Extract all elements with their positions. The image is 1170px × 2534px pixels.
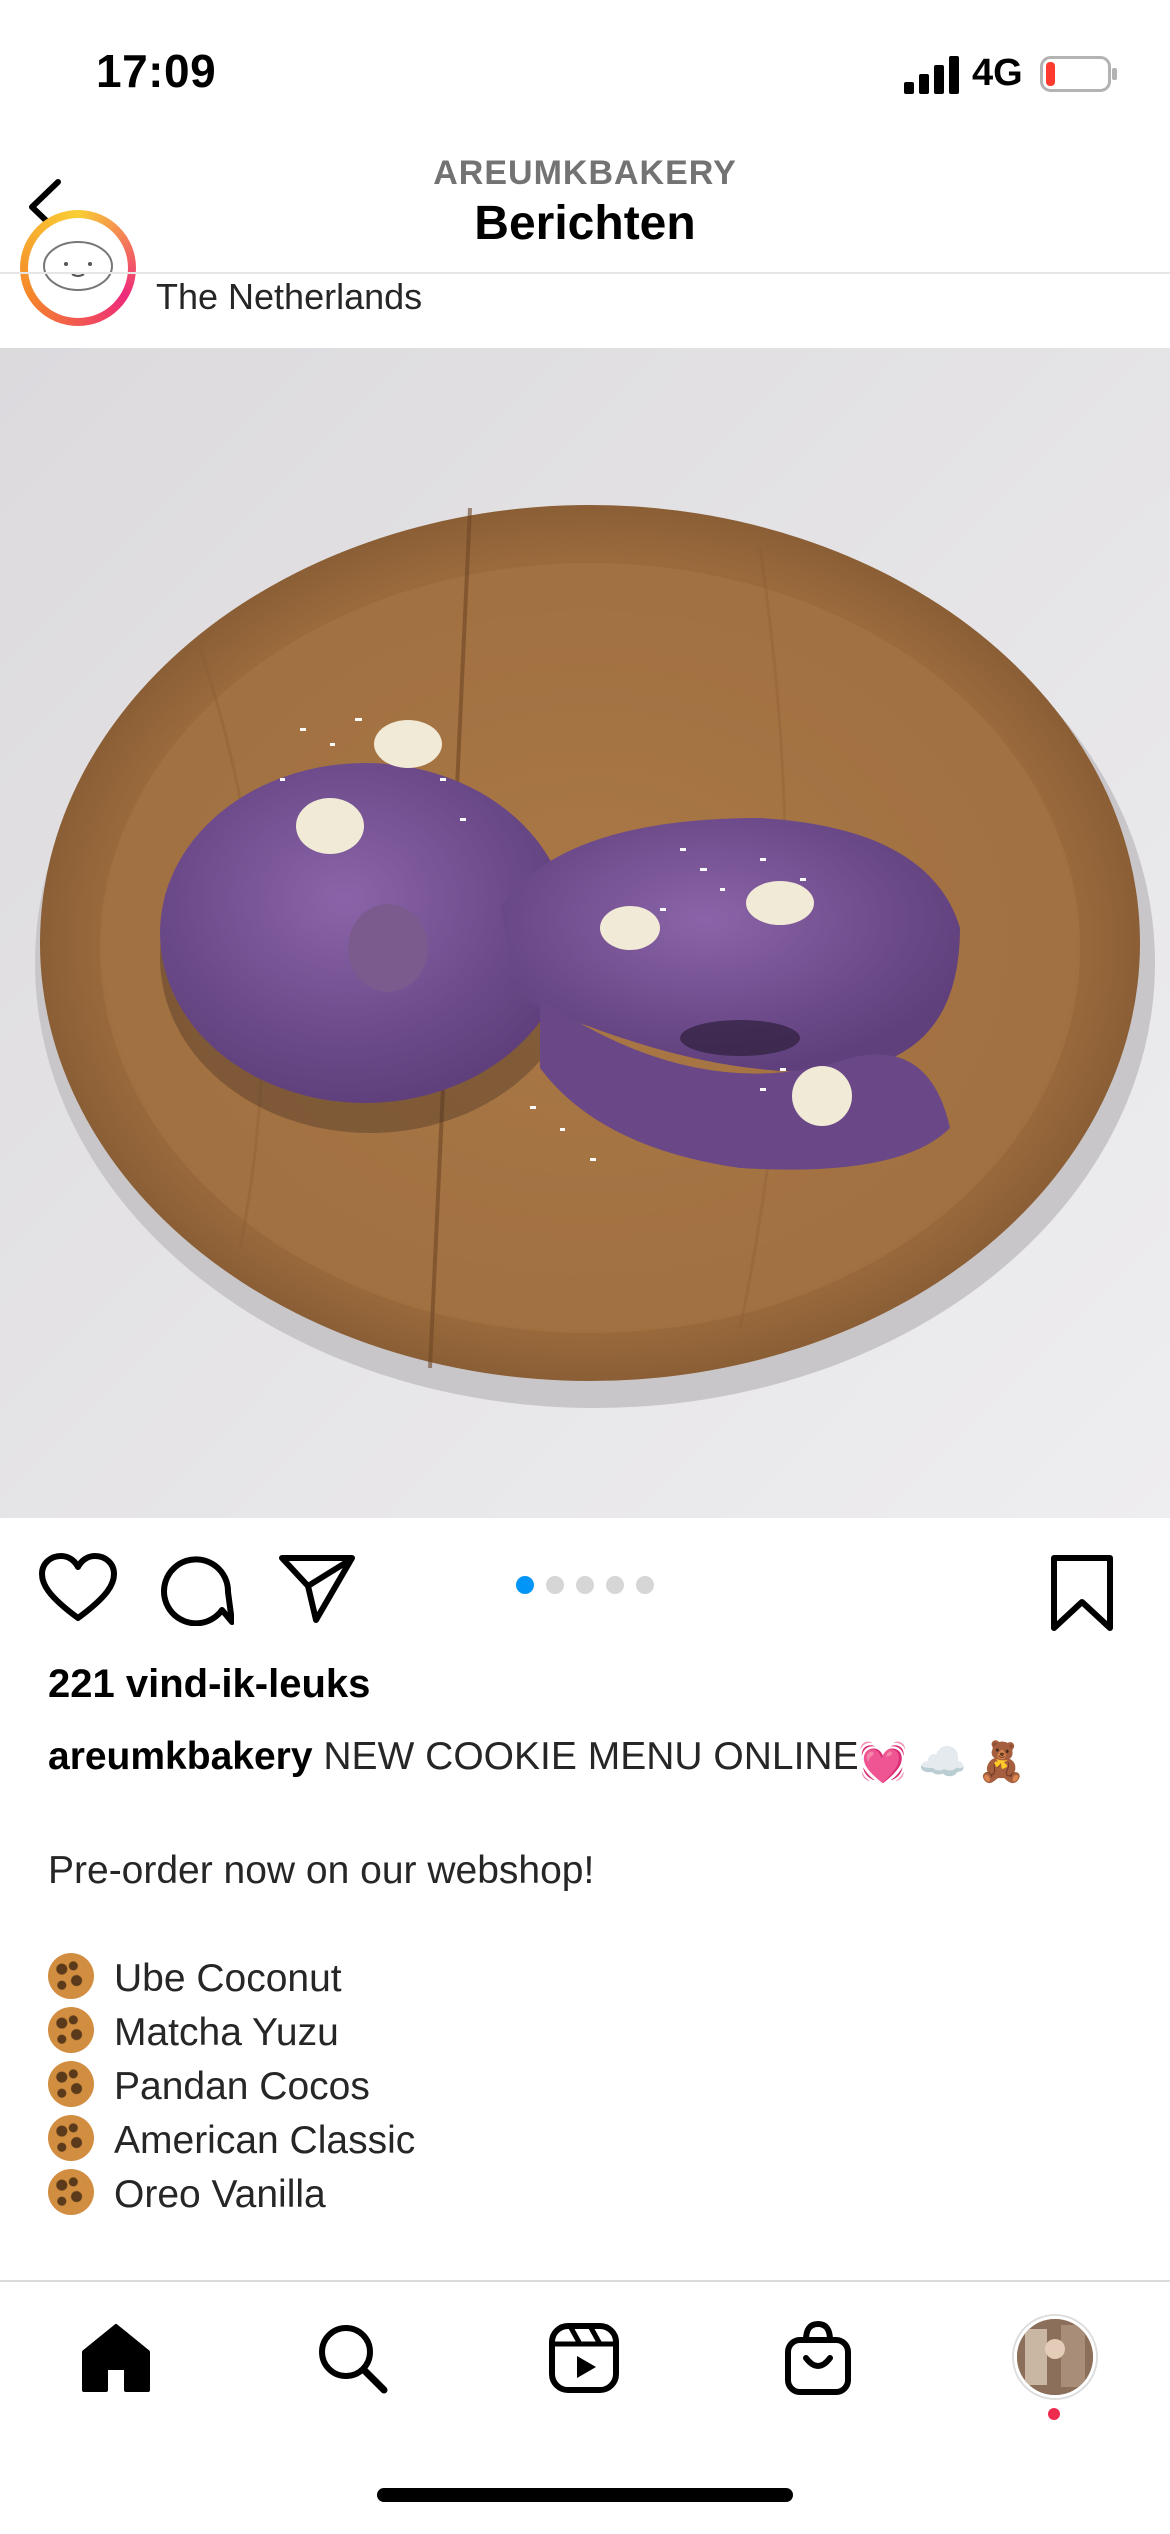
reels-icon[interactable] [544,2318,624,2398]
avatar-image [28,218,128,318]
carousel-dot [546,1576,564,1594]
carousel-dot [636,1576,654,1594]
caption-preorder: Pre-order now on our webshop! [48,1849,595,1892]
teddy-bear-emoji: 🧸 [977,1741,1026,1784]
cloud-emoji: ☁️ [918,1741,967,1784]
shop-bag-icon[interactable] [778,2318,858,2398]
search-icon[interactable] [312,2318,392,2398]
menu-item: Oreo Vanilla [48,2168,1138,2222]
carousel-dot [606,1576,624,1594]
page-title: Berichten [474,197,696,250]
notification-dot [1048,2408,1060,2420]
like-heart-icon[interactable] [38,1552,118,1624]
bakery-logo-icon [30,220,126,316]
home-icon[interactable] [76,2318,156,2398]
heart-emoji: 💓 [858,1741,908,1784]
cellular-signal-icon [904,56,959,94]
cookie-emoji-icon [48,1953,94,1999]
cookie-emoji-icon [48,2115,94,2161]
cookie-emoji-icon [48,2061,94,2107]
cookie-emoji-icon [48,2007,94,2053]
comment-bubble-icon[interactable] [160,1552,234,1626]
cookie-emoji-icon [48,2169,94,2215]
account-name[interactable]: AREUMKBAKERY [0,154,1170,193]
network-type: 4G [972,52,1023,94]
likes-count[interactable]: 221 vind-ik-leuks [48,1662,370,1707]
carousel-dot [576,1576,594,1594]
carousel-pagination [516,1576,654,1596]
post-location[interactable]: The Netherlands [156,276,422,318]
menu-item: Matcha Yuzu [48,2006,1138,2060]
menu-item: Pandan Cocos [48,2060,1138,2114]
menu-item: American Classic [48,2114,1138,2168]
carousel-dot-active [516,1576,534,1594]
battery-icon [1040,56,1117,92]
save-bookmark-icon[interactable] [1046,1554,1118,1634]
profile-avatar[interactable] [1014,2316,1096,2398]
menu-item: Ube Coconut [48,1952,1138,2006]
profile-photo [1017,2319,1093,2395]
caption-headline: NEW COOKIE MENU ONLINE [323,1735,859,1778]
post-photo[interactable] [0,348,1170,1518]
post-caption: areumkbakery NEW COOKIE MENU ONLINE💓 ☁️ … [48,1730,1138,2222]
header-divider [0,272,1170,274]
status-time: 17:09 [96,45,217,97]
share-paperplane-icon[interactable] [278,1552,356,1624]
home-indicator[interactable] [377,2488,793,2502]
cookie-plate-image [0,348,1170,1518]
caption-username[interactable]: areumkbakery [48,1735,313,1778]
